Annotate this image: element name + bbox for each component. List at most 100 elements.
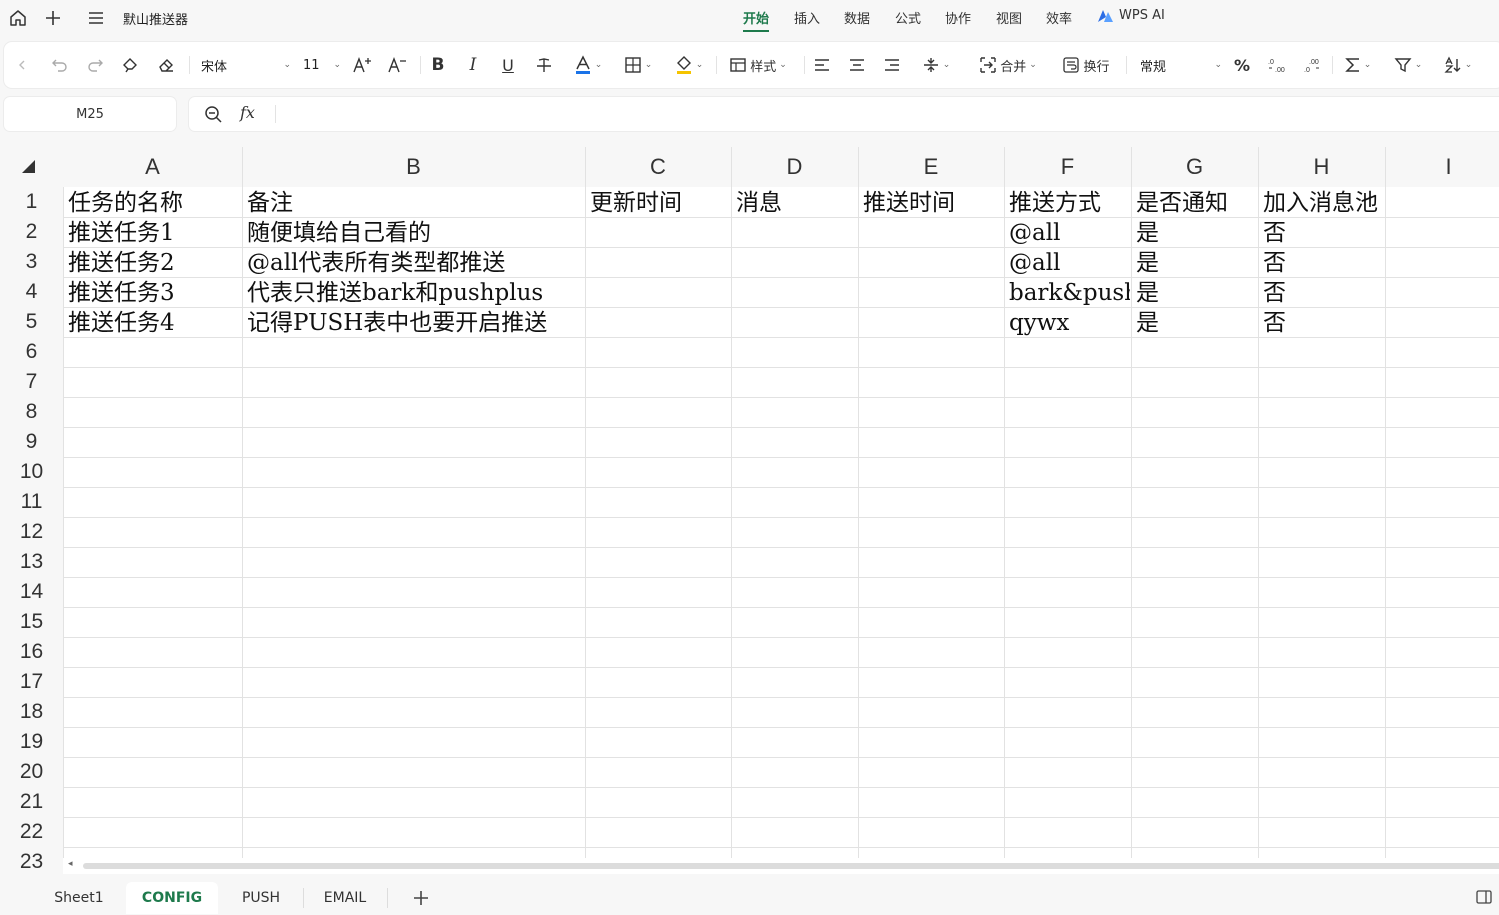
sort-button[interactable]: ⌄ — [1438, 52, 1478, 78]
horizontal-scrollbar[interactable]: ◂ — [63, 858, 1499, 874]
cell-A4[interactable]: 推送任务3 — [63, 277, 241, 307]
row-header[interactable]: 4 — [0, 277, 63, 307]
column-header[interactable]: G — [1131, 147, 1258, 187]
scrollbar-thumb[interactable] — [83, 863, 1499, 869]
column-header[interactable]: A — [63, 147, 242, 187]
row-header[interactable]: 18 — [0, 697, 63, 727]
row-header[interactable]: 17 — [0, 667, 63, 697]
merge-button[interactable]: 合并 ⌄ — [970, 52, 1046, 78]
cell-H5[interactable]: 否 — [1258, 307, 1499, 337]
back-icon[interactable] — [12, 52, 32, 78]
sidebar-toggle-icon[interactable] — [1475, 888, 1493, 910]
column-header[interactable]: B — [242, 147, 585, 187]
menu-collaborate[interactable]: 协作 — [945, 8, 971, 27]
align-right-icon[interactable] — [880, 52, 904, 78]
cell-G5[interactable]: 是 — [1131, 307, 1257, 337]
cell-H1[interactable]: 加入消息池 — [1258, 187, 1499, 217]
menu-data[interactable]: 数据 — [844, 8, 870, 27]
name-box[interactable]: M25 — [4, 97, 176, 131]
sheet-tab-sheet1[interactable]: Sheet1 — [42, 882, 116, 914]
increase-font-icon[interactable] — [350, 52, 374, 78]
cell-B5[interactable]: 记得PUSH表中也要开启推送 — [242, 307, 1003, 337]
row-header[interactable]: 14 — [0, 577, 63, 607]
filter-button[interactable]: ⌄ — [1388, 52, 1428, 78]
cell-D1[interactable]: 消息 — [731, 187, 857, 217]
percent-icon[interactable]: % — [1230, 52, 1254, 78]
undo-icon[interactable] — [48, 52, 72, 78]
cell-F1[interactable]: 推送方式 — [1004, 187, 1130, 217]
column-header-divider[interactable] — [585, 147, 586, 187]
bold-icon[interactable]: B — [426, 52, 450, 78]
cell-A5[interactable]: 推送任务4 — [63, 307, 241, 337]
column-header[interactable]: E — [858, 147, 1004, 187]
cell-G2[interactable]: 是 — [1131, 217, 1257, 247]
cell-F2[interactable]: @all — [1004, 217, 1130, 247]
row-header[interactable]: 12 — [0, 517, 63, 547]
cell-B4[interactable]: 代表只推送bark和pushplus — [242, 277, 1003, 307]
cell-G1[interactable]: 是否通知 — [1131, 187, 1257, 217]
cell-F5[interactable]: qywx — [1004, 307, 1130, 337]
hamburger-menu-icon[interactable] — [84, 6, 108, 30]
cell-B3[interactable]: @all代表所有类型都推送 — [242, 247, 1003, 277]
row-header[interactable]: 11 — [0, 487, 63, 517]
sheet-tab-email[interactable]: EMAIL — [310, 882, 380, 914]
number-format-select[interactable]: 常规 ⌄ — [1140, 52, 1222, 78]
cell-H2[interactable]: 否 — [1258, 217, 1499, 247]
column-header[interactable]: C — [585, 147, 731, 187]
cell-A2[interactable]: 推送任务1 — [63, 217, 241, 247]
align-left-icon[interactable] — [810, 52, 834, 78]
column-header-divider[interactable] — [1004, 147, 1005, 187]
menu-formula[interactable]: 公式 — [895, 8, 921, 27]
cell-A1[interactable]: 任务的名称 — [63, 187, 241, 217]
sheet-tab-push[interactable]: PUSH — [226, 882, 296, 914]
row-header[interactable]: 7 — [0, 367, 63, 397]
row-header[interactable]: 23 — [0, 847, 63, 877]
new-tab-icon[interactable] — [41, 6, 65, 30]
underline-icon[interactable]: U — [496, 52, 520, 78]
clear-format-icon[interactable] — [154, 52, 178, 78]
styles-button[interactable]: 样式 ⌄ — [722, 52, 794, 78]
font-size-select[interactable]: 11 ⌄ — [303, 52, 341, 78]
row-header[interactable]: 3 — [0, 247, 63, 277]
column-header-divider[interactable] — [858, 147, 859, 187]
row-header[interactable]: 8 — [0, 397, 63, 427]
column-header-divider[interactable] — [1131, 147, 1132, 187]
row-header[interactable]: 22 — [0, 817, 63, 847]
row-header[interactable]: 20 — [0, 757, 63, 787]
strikethrough-icon[interactable] — [532, 52, 556, 78]
wrap-text-button[interactable]: 换行 — [1056, 52, 1116, 78]
font-name-select[interactable]: 宋体 ⌄ — [201, 52, 291, 78]
sum-button[interactable]: ⌄ — [1338, 52, 1378, 78]
column-header-divider[interactable] — [242, 147, 243, 187]
vertical-align-button[interactable]: ⌄ — [916, 52, 956, 78]
cell-B2[interactable]: 随便填给自己看的 — [242, 217, 1003, 247]
row-header[interactable]: 1 — [0, 187, 63, 217]
increase-decimal-icon[interactable]: .0.00 — [1265, 52, 1289, 78]
row-header[interactable]: 6 — [0, 337, 63, 367]
cell-A3[interactable]: 推送任务2 — [63, 247, 241, 277]
row-header[interactable]: 21 — [0, 787, 63, 817]
row-header[interactable]: 9 — [0, 427, 63, 457]
format-painter-icon[interactable] — [118, 52, 142, 78]
decrease-font-icon[interactable] — [385, 52, 409, 78]
formula-bar[interactable]: fx — [189, 97, 1499, 131]
decrease-decimal-icon[interactable]: .00.0 — [1301, 52, 1325, 78]
row-header[interactable]: 10 — [0, 457, 63, 487]
menu-view[interactable]: 视图 — [996, 8, 1022, 27]
menu-efficiency[interactable]: 效率 — [1046, 8, 1072, 27]
column-header[interactable]: H — [1258, 147, 1385, 187]
home-icon[interactable] — [6, 6, 30, 30]
row-header[interactable]: 13 — [0, 547, 63, 577]
column-header-divider[interactable] — [731, 147, 732, 187]
column-header[interactable]: F — [1004, 147, 1131, 187]
align-center-icon[interactable] — [845, 52, 869, 78]
select-all-icon[interactable] — [20, 158, 36, 178]
cell-E1[interactable]: 推送时间 — [858, 187, 1003, 217]
menu-wps-ai[interactable]: WPS AI — [1097, 8, 1165, 23]
italic-icon[interactable]: I — [461, 52, 485, 78]
borders-button[interactable]: ⌄ — [618, 52, 658, 78]
cell-C1[interactable]: 更新时间 — [585, 187, 730, 217]
cell-G4[interactable]: 是 — [1131, 277, 1257, 307]
fx-icon[interactable]: fx — [240, 103, 255, 122]
column-header[interactable]: I — [1385, 147, 1499, 187]
